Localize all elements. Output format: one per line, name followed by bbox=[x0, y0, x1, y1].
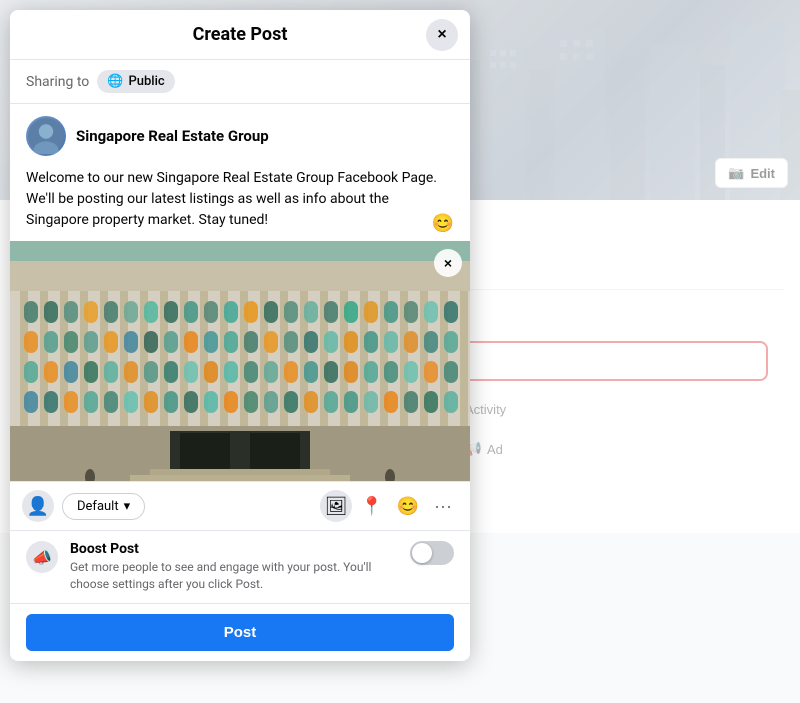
post-text-area: Welcome to our new Singapore Real Estate… bbox=[10, 160, 470, 241]
audience-dropdown[interactable]: Default ▾ bbox=[62, 493, 145, 520]
post-image bbox=[10, 241, 470, 481]
location-button[interactable]: 📍 bbox=[356, 490, 388, 522]
user-row: Singapore Real Estate Group bbox=[10, 104, 470, 160]
building-svg bbox=[10, 241, 470, 481]
boost-section: 📣 Boost Post Get more people to see and … bbox=[10, 530, 470, 603]
modal-footer: Post bbox=[10, 603, 470, 661]
sharing-row: Sharing to 🌐 Public bbox=[10, 60, 470, 104]
emoji-toolbar-icon: 😊 bbox=[397, 496, 419, 517]
modal-close-button[interactable]: × bbox=[426, 19, 458, 51]
post-text-content: Welcome to our new Singapore Real Estate… bbox=[26, 170, 437, 228]
avatar-image bbox=[28, 118, 64, 154]
user-name-label: Singapore Real Estate Group bbox=[76, 127, 269, 145]
boost-icon: 📣 bbox=[26, 541, 58, 573]
modal-toolbar: 👤 Default ▾ 🖼 📍 😊 ··· bbox=[10, 481, 470, 530]
boost-description: Get more people to see and engage with y… bbox=[70, 559, 398, 593]
toolbar-avatar-placeholder: 👤 bbox=[27, 496, 49, 517]
boost-toggle[interactable] bbox=[410, 541, 454, 565]
sharing-badge-label: Public bbox=[128, 74, 164, 89]
boost-speaker-icon: 📣 bbox=[32, 548, 52, 567]
user-avatar bbox=[26, 116, 66, 156]
toggle-knob bbox=[412, 543, 432, 563]
post-button[interactable]: Post bbox=[26, 614, 454, 651]
create-post-modal: Create Post × Sharing to 🌐 Public Singap… bbox=[10, 10, 470, 661]
modal-title: Create Post bbox=[193, 24, 288, 45]
close-icon: × bbox=[437, 26, 446, 44]
location-icon: 📍 bbox=[361, 496, 383, 517]
boost-title: Boost Post bbox=[70, 541, 398, 557]
chevron-down-icon: ▾ bbox=[124, 499, 131, 514]
image-close-icon: × bbox=[444, 255, 452, 271]
emoji-button[interactable]: 😊 bbox=[432, 210, 454, 237]
modal-header: Create Post × bbox=[10, 10, 470, 60]
more-icon: ··· bbox=[434, 496, 452, 516]
audience-label: Default bbox=[77, 499, 119, 514]
toolbar-icons-group: 🖼 📍 😊 ··· bbox=[320, 490, 458, 522]
boost-text-group: Boost Post Get more people to see and en… bbox=[70, 541, 398, 593]
toolbar-avatar: 👤 bbox=[22, 490, 54, 522]
more-options-button[interactable]: ··· bbox=[428, 492, 458, 521]
sharing-badge[interactable]: 🌐 Public bbox=[97, 70, 174, 93]
sharing-to-label: Sharing to bbox=[26, 74, 89, 90]
photo-video-button[interactable]: 🖼 bbox=[320, 490, 352, 522]
image-close-button[interactable]: × bbox=[434, 249, 462, 277]
emoji-toolbar-button[interactable]: 😊 bbox=[392, 490, 424, 522]
image-container: × bbox=[10, 241, 470, 481]
photo-icon: 🖼 bbox=[325, 496, 348, 517]
globe-icon: 🌐 bbox=[107, 74, 123, 89]
